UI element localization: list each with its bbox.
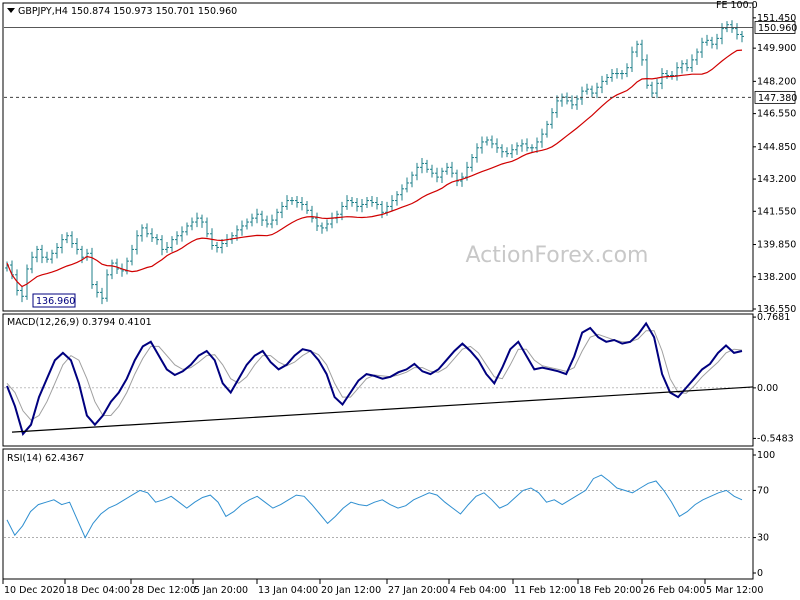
macd-tick-label: 0.7681	[757, 312, 790, 323]
price-tick-label: 146.550	[757, 109, 796, 120]
svg-text:136.960: 136.960	[36, 296, 75, 307]
low-annotation: 136.960	[32, 293, 76, 308]
time-tick-label: 10 Dec 2020	[4, 585, 65, 596]
rsi-tick-label: 30	[757, 533, 769, 544]
chart-canvas: ActionForex.com GBPJPY,H4 150.874 150.97…	[2, 0, 797, 596]
fe-label: FE 100.0	[716, 0, 758, 11]
macd-title: MACD(12,26,9) 0.3794 0.4101	[7, 317, 152, 328]
rsi-panel: RSI(14) 62.4367 100 70 30 0	[2, 448, 775, 580]
time-tick-label: 27 Jan 20:00	[388, 585, 448, 596]
watermark: ActionForex.com	[466, 243, 649, 268]
price-tick-label: 148.200	[757, 76, 796, 87]
time-tick-label: 28 Dec 12:00	[132, 585, 196, 596]
price-panel: ActionForex.com GBPJPY,H4 150.874 150.97…	[2, 0, 797, 315]
price-tick-label: 141.550	[757, 206, 796, 217]
level-price-label: 147.380	[754, 90, 797, 104]
price-axis-ticks: 151.450149.900148.200146.550144.850143.2…	[753, 13, 796, 315]
time-tick-label: 5 Mar 12:00	[706, 585, 763, 596]
svg-text:147.380: 147.380	[758, 93, 797, 104]
current-price-label: 150.960	[754, 21, 797, 34]
price-tick-label: 144.850	[757, 142, 796, 153]
price-tick-label: 138.200	[757, 272, 796, 283]
time-tick-label: 18 Dec 04:00	[66, 585, 130, 596]
price-tick-label: 139.850	[757, 240, 796, 251]
time-tick-label: 13 Jan 04:00	[258, 585, 318, 596]
macd-axis-ticks: 0.7681 0.00 -0.5483	[753, 312, 794, 444]
price-tick-label: 149.900	[757, 43, 796, 54]
rsi-title: RSI(14) 62.4367	[7, 453, 84, 464]
macd-tick-label: -0.5483	[757, 433, 794, 444]
time-tick-label: 26 Feb 04:00	[643, 585, 705, 596]
time-tick-label: 18 Feb 20:00	[579, 585, 641, 596]
rsi-tick-label: 100	[757, 450, 775, 461]
macd-panel: MACD(12,26,9) 0.3794 0.4101 0.7681 0.00 -0…	[2, 312, 794, 447]
rsi-tick-label: 70	[757, 485, 769, 496]
rsi-tick-label: 0	[757, 568, 763, 579]
price-tick-label: 143.200	[757, 174, 796, 185]
time-tick-label: 20 Jan 12:00	[321, 585, 381, 596]
macd-tick-label: 0.00	[757, 383, 778, 394]
rsi-panel-border	[2, 448, 754, 580]
time-axis: 10 Dec 2020 18 Dec 04:00 28 Dec 12:005 Jan…	[2, 579, 763, 596]
time-tick-label: 11 Feb 12:00	[514, 585, 576, 596]
svg-text:150.960: 150.960	[758, 23, 797, 34]
time-tick-label: 5 Jan 20:00	[194, 585, 248, 596]
price-chart-title: GBPJPY,H4 150.874 150.973 150.701 150.96…	[18, 6, 237, 17]
time-tick-label: 4 Feb 04:00	[450, 585, 506, 596]
